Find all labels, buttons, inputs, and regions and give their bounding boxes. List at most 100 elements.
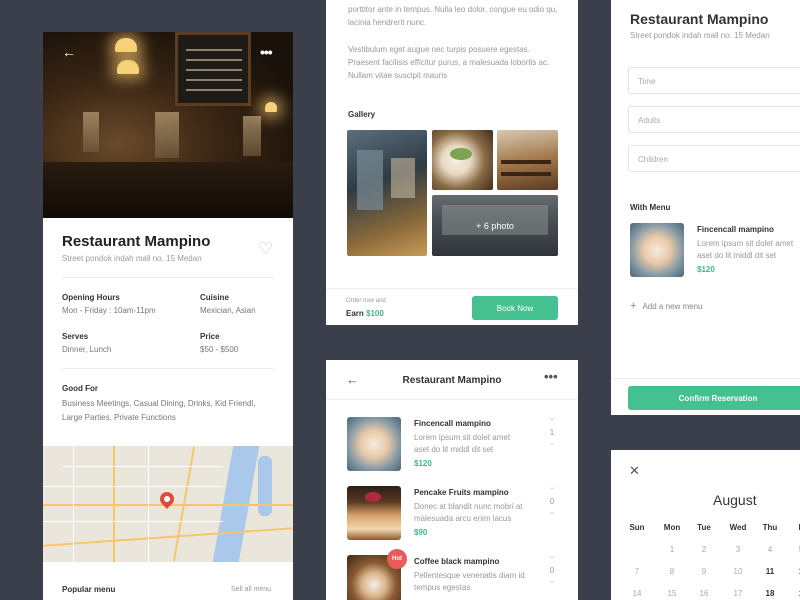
calendar-day[interactable]: 16 xyxy=(693,589,715,598)
description-paragraph: Vestibulum eget augue nec turpis posuere… xyxy=(348,45,550,80)
cuisine-label: Cuisine xyxy=(200,293,229,302)
chevron-down-icon[interactable]: ⌄ xyxy=(543,575,561,586)
menu-list-card: ← Restaurant Mampino ••• Fincencall mamp… xyxy=(326,360,578,600)
add-menu-button[interactable]: + Add a new menu xyxy=(630,300,702,312)
quantity-stepper[interactable]: ⌃ 0 ⌄ xyxy=(543,555,561,600)
menu-title: Restaurant Mampino xyxy=(402,375,502,386)
calendar-day[interactable]: 1 xyxy=(790,567,800,576)
map-road xyxy=(73,446,74,562)
calendar-day[interactable]: 5 xyxy=(790,545,800,554)
serves-label: Serves xyxy=(62,332,89,341)
map-road xyxy=(148,446,149,562)
chevron-down-icon[interactable]: ⌄ xyxy=(543,506,561,517)
tables-shadow xyxy=(43,162,293,218)
calendar-day[interactable]: 9 xyxy=(693,567,715,576)
menu-item-description: Lorem ipsum sit dolet amet aset do lit m… xyxy=(697,239,794,260)
calendar-day[interactable]: 7 xyxy=(626,567,648,576)
weekday-label: Tue xyxy=(697,523,711,532)
selected-menu-item[interactable]: Fincencall mampino Lorem ipsum sit dolet… xyxy=(630,223,800,279)
with-menu-heading: With Menu xyxy=(630,203,671,212)
calendar-day[interactable]: 3 xyxy=(727,545,749,554)
menu-item-price: $90 xyxy=(414,528,428,537)
adults-field[interactable]: Adults xyxy=(628,106,800,133)
menu-item[interactable]: Hot Coffee black mampino Pellentesque ve… xyxy=(347,549,561,600)
order-now-label: Order now and xyxy=(346,298,386,304)
calendar-day[interactable]: 10 xyxy=(727,567,749,576)
close-icon[interactable]: ✕ xyxy=(629,463,640,479)
calendar-day[interactable]: 2 xyxy=(693,545,715,554)
back-arrow-icon[interactable]: ← xyxy=(62,44,76,60)
earn-value: $100 xyxy=(366,309,384,318)
calendar-day[interactable]: 1 xyxy=(790,589,800,598)
restaurant-title: Restaurant Mampino xyxy=(62,233,211,250)
menu-item-name: Fincencall mampino xyxy=(414,419,491,428)
reservation-address: Street pondok indah mall no. 15 Medan xyxy=(630,31,770,40)
chevron-up-icon[interactable]: ⌃ xyxy=(543,417,561,428)
reservation-title: Restaurant Mampino xyxy=(630,11,769,27)
menu-item-image xyxy=(630,223,684,277)
more-icon[interactable]: ••• xyxy=(544,369,558,384)
price-value: $50 - $500 xyxy=(200,345,239,354)
calendar-card: ✕ August Sun Mon Tue Wed Thu F 1 2 3 4 5… xyxy=(611,450,800,600)
location-map[interactable] xyxy=(43,446,293,562)
popular-menu-heading: Popular menu xyxy=(62,585,116,594)
gallery-photo[interactable] xyxy=(432,130,493,190)
quantity-value: 0 xyxy=(549,566,555,575)
chevron-up-icon[interactable]: ⌃ xyxy=(543,555,561,566)
calendar-day[interactable]: 15 xyxy=(661,589,683,598)
heart-icon[interactable]: ♡ xyxy=(258,239,273,259)
map-road xyxy=(43,486,223,487)
weekday-label: Sun xyxy=(629,523,645,532)
chalkboard-menu xyxy=(175,32,251,106)
restaurant-detail-card: ← ••• Restaurant Mampino Street pondok i… xyxy=(43,32,293,600)
window-decoration xyxy=(83,112,99,152)
chevron-up-icon[interactable]: ⌃ xyxy=(543,486,561,497)
calendar-day[interactable]: 1 xyxy=(661,545,683,554)
weekday-label: F xyxy=(790,523,800,532)
map-road xyxy=(43,521,223,522)
chevron-down-icon[interactable]: ⌄ xyxy=(543,437,561,448)
divider xyxy=(611,378,800,379)
more-icon[interactable]: ••• xyxy=(260,44,273,60)
weekday-label: Mon xyxy=(663,523,681,532)
calendar-day[interactable]: 17 xyxy=(727,589,749,598)
hot-badge: Hot xyxy=(387,549,407,569)
calendar-day[interactable]: 11 xyxy=(759,567,781,576)
restaurant-hero-image: ← ••• xyxy=(43,32,293,218)
menu-item-name: Pencake Fruits mampino xyxy=(414,488,509,497)
book-now-button[interactable]: Book Now xyxy=(472,296,558,320)
lamp-light xyxy=(265,102,277,112)
confirm-reservation-button[interactable]: Confirm Reservation xyxy=(628,386,800,410)
gallery-photo[interactable] xyxy=(497,130,558,190)
menu-item-name: Fincencall mampino xyxy=(697,225,774,234)
children-field[interactable]: Children xyxy=(628,145,800,172)
weekday-label: Wed xyxy=(729,523,747,532)
menu-item-name: Coffee black mampino xyxy=(414,557,500,566)
menu-item[interactable]: Pencake Fruits mampino Donec at blandit … xyxy=(347,486,561,542)
menu-item[interactable]: Fincencall mampino Lorem ipsum sit dolet… xyxy=(347,417,561,473)
quantity-stepper[interactable]: ⌃ 1 ⌄ xyxy=(543,417,561,473)
calendar-day[interactable]: 14 xyxy=(626,589,648,598)
add-menu-label: Add a new menu xyxy=(642,302,703,311)
quantity-value: 0 xyxy=(549,497,555,506)
window-decoration xyxy=(155,112,179,158)
booking-footer: Order now and Earn $100 Book Now xyxy=(326,288,578,325)
quantity-stepper[interactable]: ⌃ 0 ⌄ xyxy=(543,486,561,542)
window-decoration xyxy=(243,116,261,156)
menu-item-description: Lorem ipsum sit dolet amet aset do lit m… xyxy=(414,433,511,454)
good-for-label: Good For xyxy=(62,384,98,393)
good-for-value: Business Meetings, Casual Dining, Drinks… xyxy=(62,399,256,422)
menu-item-price: $120 xyxy=(414,459,432,468)
calendar-day[interactable]: 18 xyxy=(759,589,781,598)
serves-value: Dinner, Lunch xyxy=(62,345,112,354)
see-all-menu-link[interactable]: Sell all menu xyxy=(231,586,271,593)
more-photos-overlay[interactable]: + 6 photo xyxy=(432,195,558,256)
calendar-day[interactable]: 4 xyxy=(759,545,781,554)
time-field[interactable]: Time xyxy=(628,67,800,94)
gallery-photo[interactable]: + 6 photo xyxy=(432,195,558,256)
lamp-light xyxy=(117,60,139,74)
gallery-card: porttitor ante in tempus. Nulla leo dolo… xyxy=(326,0,578,325)
gallery-photo[interactable] xyxy=(347,130,427,256)
calendar-day[interactable]: 8 xyxy=(661,567,683,576)
map-road xyxy=(113,446,115,562)
